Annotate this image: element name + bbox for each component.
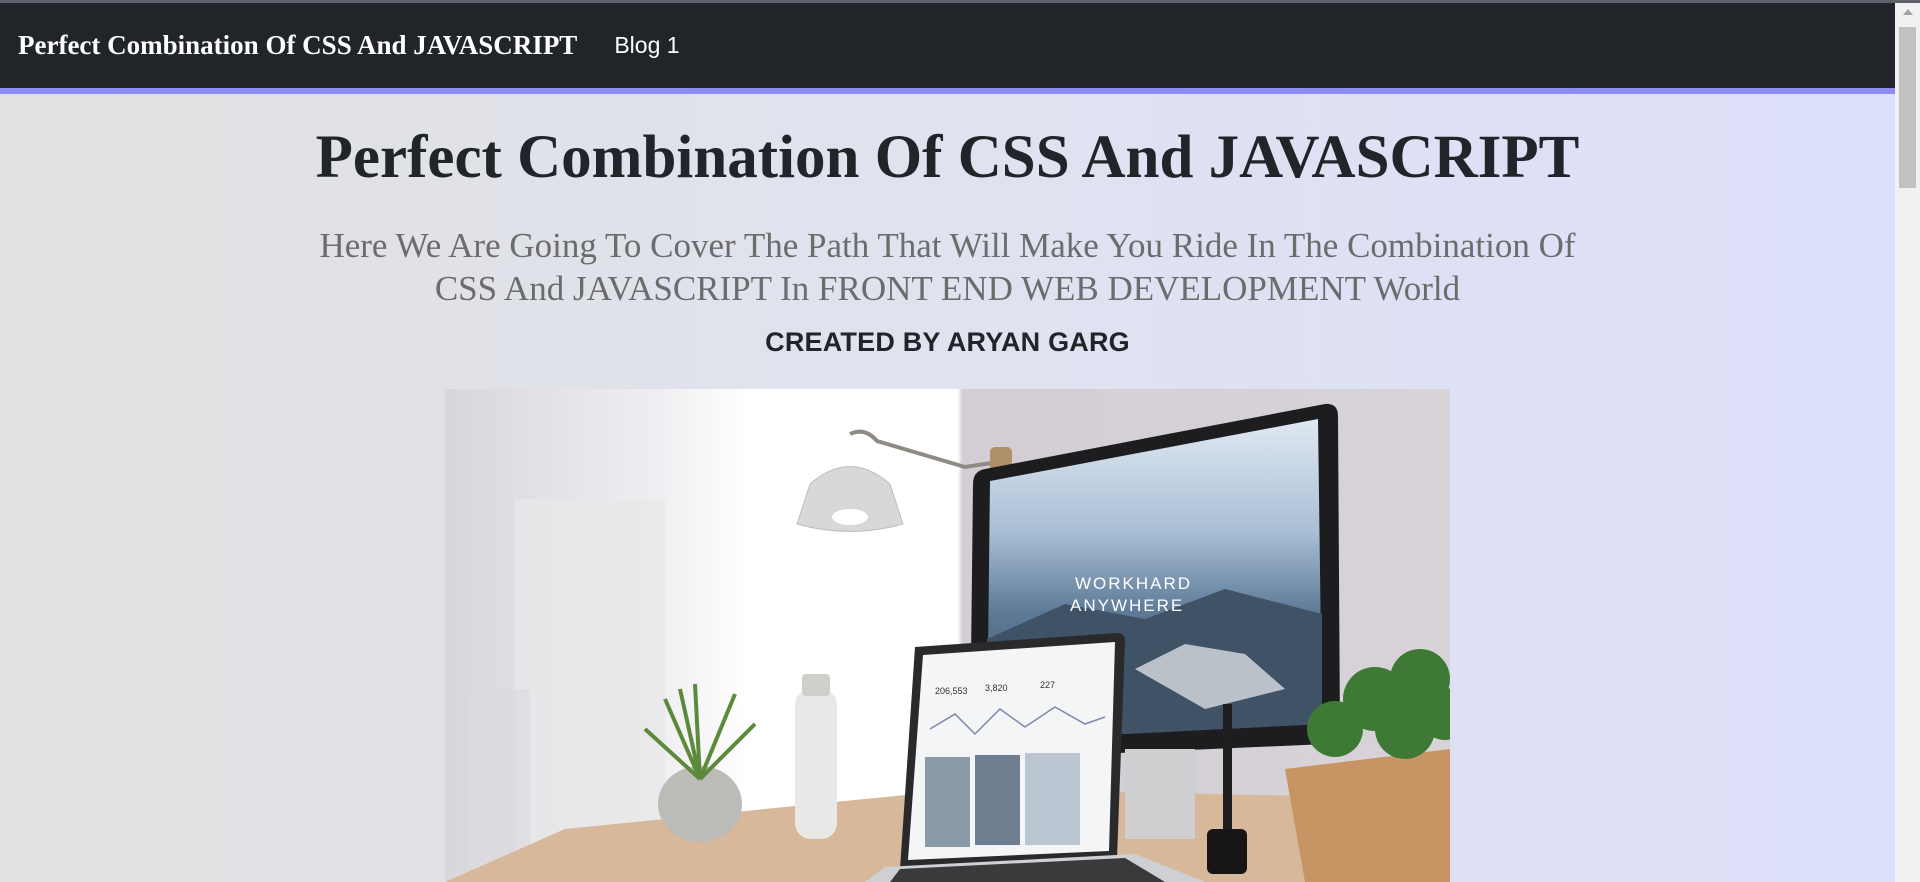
author-credit: CREATED BY ARYAN GARG <box>765 327 1130 357</box>
page-scrollbar[interactable] <box>1895 3 1920 882</box>
blurred-cabinet <box>515 499 665 859</box>
nav-link-blog-1[interactable]: Blog 1 <box>614 32 679 59</box>
laptop-thumb-3 <box>1025 753 1080 845</box>
monitor-text-anywhere: ANYWHERE <box>1070 596 1184 615</box>
lamp-bulb <box>832 509 868 525</box>
lamp-arm <box>849 429 1006 470</box>
laptop-thumb-2 <box>975 755 1020 845</box>
navbar: Perfect Combination Of CSS And JAVASCRIP… <box>0 3 1895 88</box>
pen-holder <box>1207 829 1247 874</box>
wooden-planter <box>1285 749 1450 882</box>
page-title: Perfect Combination Of CSS And JAVASCRIP… <box>315 124 1580 191</box>
scrollbar-thumb[interactable] <box>1899 27 1916 188</box>
monitor-stand <box>1125 749 1195 839</box>
laptop-stat-2: 3,820 <box>985 683 1008 693</box>
laptop-stat-1: 206,553 <box>935 686 968 696</box>
hero-image: WORKHARD ANYWHERE 206,553 3,820 227 <box>445 389 1450 882</box>
water-bottle <box>795 689 837 839</box>
laptop-stat-3: 227 <box>1040 680 1055 690</box>
laptop-thumb-1 <box>925 757 970 847</box>
bottle-cap <box>802 674 830 696</box>
monitor-text-workhard: WORKHARD <box>1075 574 1192 593</box>
scroll-up-arrow-icon[interactable] <box>1903 9 1913 15</box>
page-subtitle: Here We Are Going To Cover The Path That… <box>319 226 1576 308</box>
main-content: Perfect Combination Of CSS And JAVASCRIP… <box>0 94 1895 882</box>
navbar-brand[interactable]: Perfect Combination Of CSS And JAVASCRIP… <box>18 30 577 61</box>
